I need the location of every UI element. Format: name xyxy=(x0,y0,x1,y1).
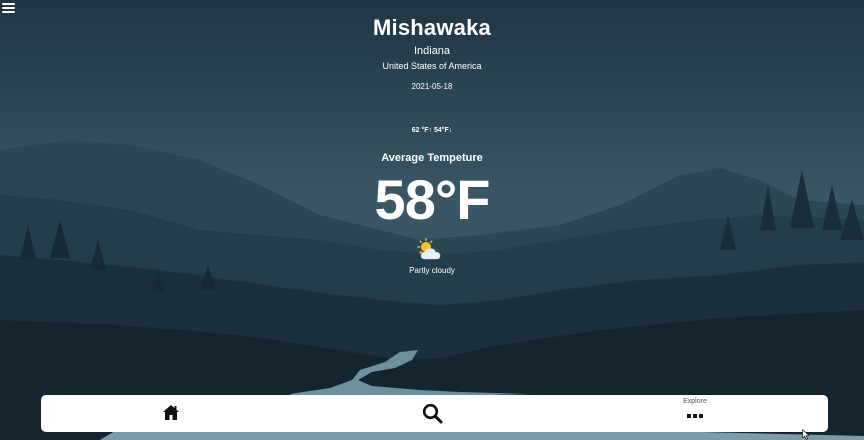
average-temperature-label: Average Tempeture xyxy=(381,152,483,164)
forecast-date: 2021-05-18 xyxy=(411,82,453,91)
more-dots-icon xyxy=(687,414,703,418)
condition-text: Partly cloudy xyxy=(409,266,455,275)
city-name: Mishawaka xyxy=(373,15,491,40)
bottom-navigation-bar: Explore xyxy=(41,395,828,432)
state-name: Indiana xyxy=(413,45,451,57)
search-button[interactable] xyxy=(411,395,455,432)
country-name: United States of America xyxy=(382,61,482,71)
home-button[interactable] xyxy=(151,395,191,432)
hamburger-menu-icon[interactable] xyxy=(2,3,15,13)
high-low-temperature: 62 °F↑ 54°F↓ xyxy=(411,127,453,134)
partly-cloudy-icon xyxy=(417,238,441,260)
search-icon xyxy=(422,403,443,424)
explore-button[interactable]: Explore xyxy=(671,395,719,432)
mouse-cursor-icon xyxy=(802,429,810,440)
average-temperature-value: 58°F xyxy=(374,168,491,231)
explore-label: Explore xyxy=(683,398,707,405)
home-icon xyxy=(163,405,179,420)
